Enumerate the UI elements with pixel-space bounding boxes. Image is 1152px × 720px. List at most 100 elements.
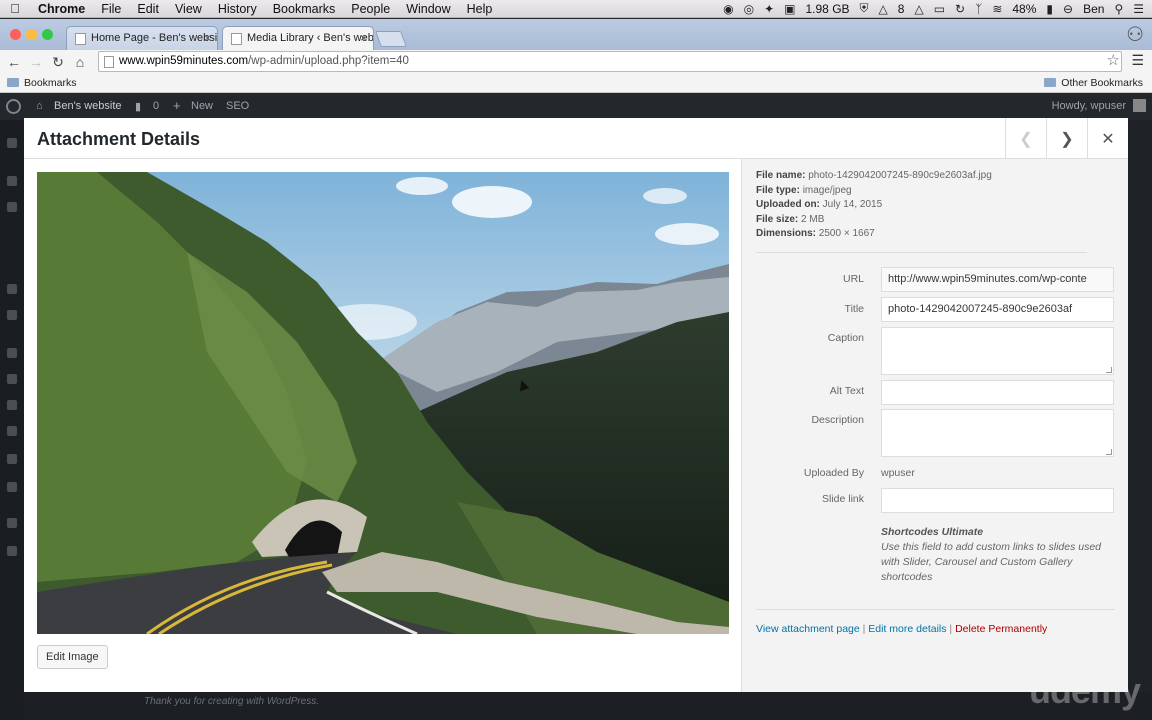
apple-icon[interactable]:  (0, 1, 30, 16)
minimize-window-button[interactable] (26, 29, 37, 40)
record-icon[interactable]: ◉ (723, 2, 733, 16)
mountain-road-photo (37, 172, 729, 634)
menu-view[interactable]: View (167, 2, 210, 16)
reload-icon[interactable]: ↻ (47, 54, 69, 71)
shield-icon[interactable]: ⛨ (860, 1, 869, 16)
settings-icon[interactable] (7, 454, 17, 464)
appearance-icon[interactable] (7, 348, 17, 358)
code-icon[interactable] (7, 482, 17, 492)
comment-icon[interactable]: ▮ (135, 100, 141, 113)
display-icon[interactable]: ▭ (934, 2, 945, 16)
adobe-icon[interactable]: △ (879, 2, 888, 16)
close-tab-icon[interactable]: × (204, 31, 211, 45)
spiral-icon[interactable]: ◎ (744, 2, 754, 16)
wordpress-logo-icon[interactable] (6, 99, 21, 114)
edit-image-button[interactable]: Edit Image (37, 645, 108, 669)
caption-label: Caption (827, 332, 864, 344)
admin-new[interactable]: New (191, 100, 213, 112)
uploaded-by-value: wpuser (881, 467, 915, 479)
view-attachment-page-link[interactable]: View attachment page (756, 623, 860, 635)
comment-count[interactable]: 0 (153, 100, 159, 112)
close-tab-icon[interactable]: × (360, 31, 367, 45)
forward-arrow-icon[interactable]: → (25, 54, 47, 70)
next-attachment-button[interactable]: ❯ (1046, 118, 1087, 159)
menu-file[interactable]: File (93, 2, 129, 16)
collapse-menu-icon[interactable] (7, 546, 17, 556)
tools-icon[interactable] (7, 426, 17, 436)
battery-percent[interactable]: 48% (1012, 2, 1036, 16)
zoom-window-button[interactable] (42, 29, 53, 40)
seo-icon[interactable] (7, 518, 17, 528)
media-icon[interactable] (7, 202, 17, 212)
menu-bookmarks[interactable]: Bookmarks (265, 2, 344, 16)
slide-link-field[interactable] (881, 488, 1114, 513)
menu-window[interactable]: Window (398, 2, 458, 16)
close-window-button[interactable] (10, 29, 21, 40)
admin-footer: Thank you for creating with WordPress. (24, 692, 1152, 720)
avatar[interactable] (1133, 99, 1146, 112)
notification-count[interactable]: 8 (898, 2, 905, 16)
user-name[interactable]: Ben (1083, 2, 1104, 16)
chrome-menu-icon[interactable]: ☰ (1131, 52, 1144, 69)
divider (756, 609, 1115, 610)
memory-usage[interactable]: 1.98 GB (806, 2, 850, 16)
back-arrow-icon[interactable]: ← (3, 54, 25, 70)
menu-people[interactable]: People (343, 2, 398, 16)
page-icon (231, 33, 242, 45)
menu-edit[interactable]: Edit (129, 2, 167, 16)
battery-icon[interactable]: ▮ (1046, 2, 1053, 16)
home-icon: ⌂ (36, 100, 43, 112)
memory-icon[interactable]: ▣ (784, 2, 795, 16)
description-textarea[interactable] (881, 409, 1114, 457)
menu-app-name[interactable]: Chrome (30, 2, 93, 16)
tab-home-page[interactable]: Home Page - Ben's websit × (66, 26, 218, 50)
tab-media-library[interactable]: Media Library ‹ Ben's webs × (222, 26, 374, 51)
title-field[interactable]: photo-1429042007245-890c9e2603af (881, 297, 1114, 322)
posts-icon[interactable] (7, 176, 17, 186)
url-path: /wp-admin/upload.php?item=40 (248, 55, 409, 67)
wp-admin-bar: ⌂ Ben's website ▮ 0 + New SEO Howdy, wpu… (0, 94, 1152, 120)
minus-circle-icon[interactable]: ⊖ (1063, 2, 1073, 16)
caption-textarea[interactable] (881, 327, 1114, 375)
home-icon[interactable]: ⌂ (69, 54, 91, 70)
menu-history[interactable]: History (210, 2, 265, 16)
new-tab-button[interactable] (375, 31, 407, 47)
close-modal-button[interactable]: ✕ (1087, 118, 1128, 159)
users-icon[interactable] (7, 400, 17, 410)
address-bar[interactable]: www.wpin59minutes.com/wp-admin/upload.ph… (98, 51, 1122, 72)
uploaded-by-label: Uploaded By (803, 467, 864, 479)
comments-icon[interactable] (7, 310, 17, 320)
file-size-label: File size: (756, 213, 799, 225)
alt-text-field[interactable] (881, 380, 1114, 405)
delete-permanently-link[interactable]: Delete Permanently (955, 623, 1047, 635)
browser-tab-strip: Home Page - Ben's websit × Media Library… (0, 19, 1152, 51)
url-field[interactable]: http://www.wpin59minutes.com/wp-conte (881, 267, 1114, 292)
howdy-user[interactable]: Howdy, wpuser (1052, 100, 1126, 112)
bookmarks-folder[interactable]: Bookmarks (7, 77, 77, 89)
plugins-icon[interactable] (7, 374, 17, 384)
wifi-icon[interactable]: ≋ (992, 2, 1002, 16)
modal-title: Attachment Details (37, 129, 201, 149)
spotlight-search-icon[interactable]: ⚲ (1114, 2, 1123, 16)
time-machine-icon[interactable]: ↻ (955, 2, 965, 16)
pages-icon[interactable] (7, 284, 17, 294)
previous-attachment-button[interactable]: ❮ (1005, 118, 1046, 159)
plus-icon: + (173, 98, 181, 113)
notification-center-icon[interactable]: ☰ (1133, 2, 1144, 16)
bell-icon[interactable]: △ (914, 2, 923, 16)
resize-grip-icon[interactable] (1106, 367, 1112, 373)
admin-seo[interactable]: SEO (226, 100, 249, 112)
other-bookmarks-folder[interactable]: Other Bookmarks (1044, 77, 1143, 89)
dashboard-icon[interactable] (7, 138, 17, 148)
browser-toolbar: ← → ↻ ⌂ www.wpin59minutes.com/wp-admin/u… (0, 50, 1152, 74)
resize-grip-icon[interactable] (1106, 449, 1112, 455)
admin-site-name[interactable]: Ben's website (54, 100, 122, 112)
menu-help[interactable]: Help (459, 2, 501, 16)
bookmarks-bar: Bookmarks Other Bookmarks (0, 74, 1152, 93)
file-type-value: image/jpeg (802, 184, 852, 196)
edit-more-details-link[interactable]: Edit more details (868, 623, 946, 635)
pinwheel-icon[interactable]: ✦ (764, 2, 774, 16)
bookmark-star-icon[interactable]: ☆ (1107, 51, 1120, 69)
wp-admin-sidebar (0, 120, 24, 720)
bluetooth-icon[interactable]: ᛉ (975, 2, 982, 16)
